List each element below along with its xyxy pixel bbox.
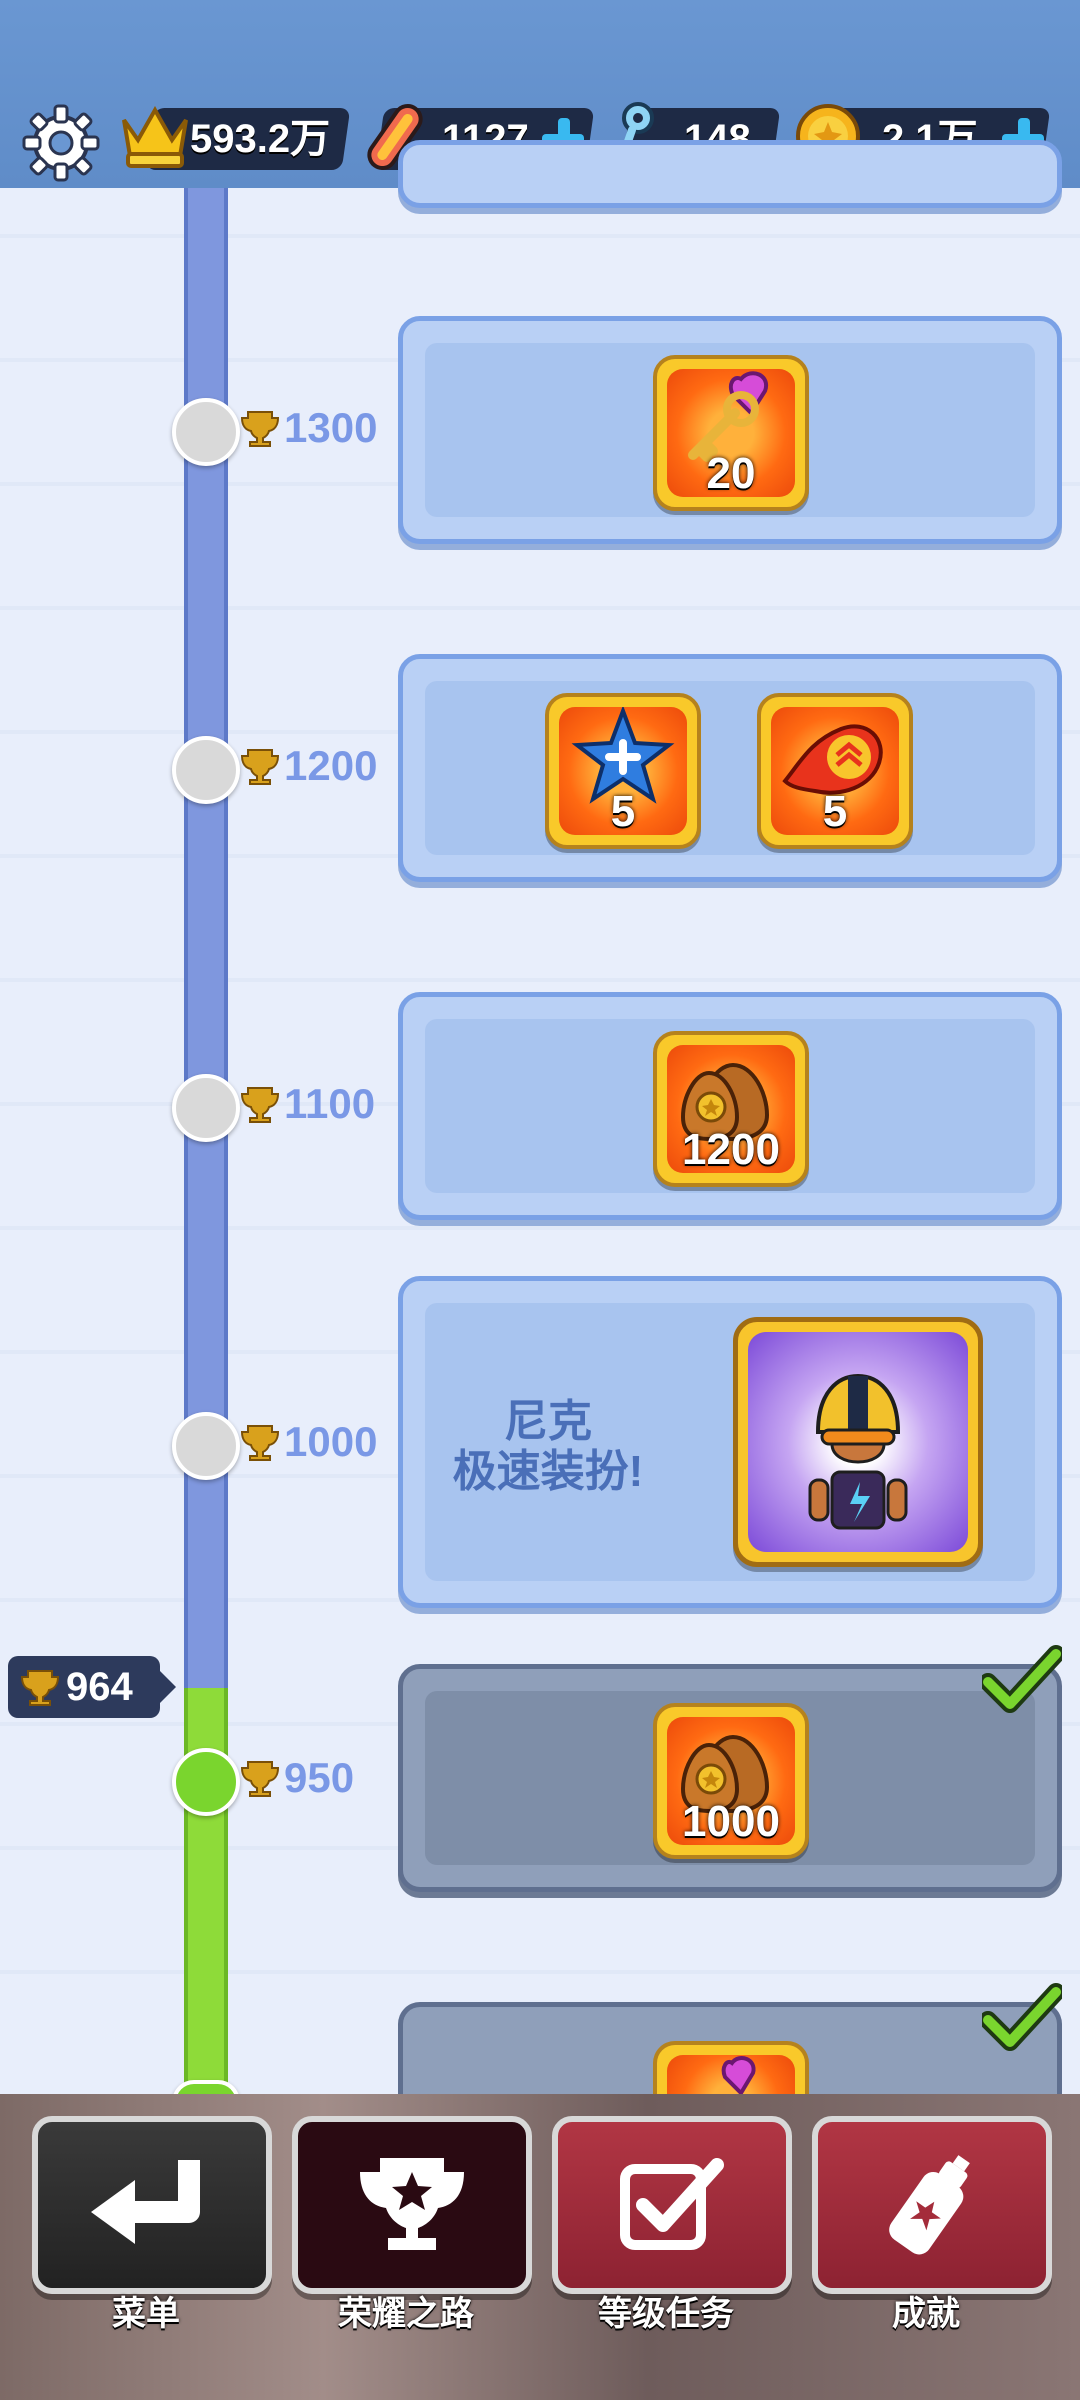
milestone-label: 1100 xyxy=(240,1074,375,1134)
spray-can-icon xyxy=(889,2155,970,2255)
trophy-icon xyxy=(240,749,280,785)
trophy-icon xyxy=(20,1670,60,1706)
checkbox-icon xyxy=(620,2158,724,2250)
score-value: 593.2万 xyxy=(190,117,331,161)
trophy-icon xyxy=(240,1087,280,1123)
reward-item: 1200 xyxy=(653,1031,809,1187)
outfit-title: 尼克 极速装扮! xyxy=(452,1397,644,1496)
menu-label: 菜单 xyxy=(112,2295,180,2333)
character-outfit-icon xyxy=(808,1373,908,1530)
reward-item: 1000 xyxy=(653,1703,809,1859)
trophy-icon xyxy=(240,1761,280,1797)
reward-card-outfit[interactable]: 尼克 极速装扮! xyxy=(398,1276,1062,1608)
reward-item: 5 xyxy=(545,693,701,849)
reward-card[interactable]: 5 5 xyxy=(398,654,1062,882)
reward-quantity: 5 xyxy=(610,787,636,836)
glory-road-label: 荣耀之路 xyxy=(338,2295,474,2333)
checkmark-icon xyxy=(982,1983,1062,2051)
current-trophy-badge: 964 xyxy=(8,1656,176,1718)
milestone-node-completed xyxy=(172,1748,240,1816)
reward-card[interactable]: 1200 xyxy=(398,992,1062,1220)
reward-quantity: 20 xyxy=(706,449,756,498)
level-tasks-label: 等级任务 xyxy=(598,2295,734,2333)
reward-quantity: 1200 xyxy=(682,1125,780,1174)
milestone-label: 950 xyxy=(240,1748,354,1808)
level-tasks-button[interactable] xyxy=(552,2116,792,2294)
milestone-node xyxy=(172,1412,240,1480)
trophy-icon xyxy=(240,1425,280,1461)
checkmark-icon xyxy=(982,1645,1062,1713)
bottom-nav xyxy=(0,2094,1080,2400)
menu-button[interactable] xyxy=(32,2116,272,2294)
milestone-label: 1200 xyxy=(240,736,377,796)
milestone-label: 1300 xyxy=(240,398,377,458)
reward-item: 20 xyxy=(653,355,809,511)
glory-road-button[interactable] xyxy=(292,2116,532,2294)
reward-quantity: 1000 xyxy=(682,1797,780,1846)
milestone-node xyxy=(172,1074,240,1142)
achievements-label: 成就 xyxy=(892,2295,960,2333)
milestone-label: 1000 xyxy=(240,1412,377,1472)
reward-card-claimed: 1000 xyxy=(398,1664,1062,1892)
trophy-star-icon xyxy=(360,2158,464,2250)
achievements-button[interactable] xyxy=(812,2116,1052,2294)
reward-card-top-partial xyxy=(398,140,1062,208)
trophy-icon xyxy=(240,411,280,447)
reward-card[interactable]: 20 xyxy=(398,316,1062,544)
outfit-reward xyxy=(733,1317,983,1567)
return-arrow-icon xyxy=(91,2160,200,2244)
milestone-node xyxy=(172,398,240,466)
crown-icon xyxy=(122,105,188,168)
gear-icon[interactable] xyxy=(22,104,100,182)
milestone-node xyxy=(172,736,240,804)
reward-item: 5 xyxy=(757,693,913,849)
reward-quantity: 5 xyxy=(822,787,848,836)
reward-card-claimed-partial xyxy=(398,2002,1062,2103)
